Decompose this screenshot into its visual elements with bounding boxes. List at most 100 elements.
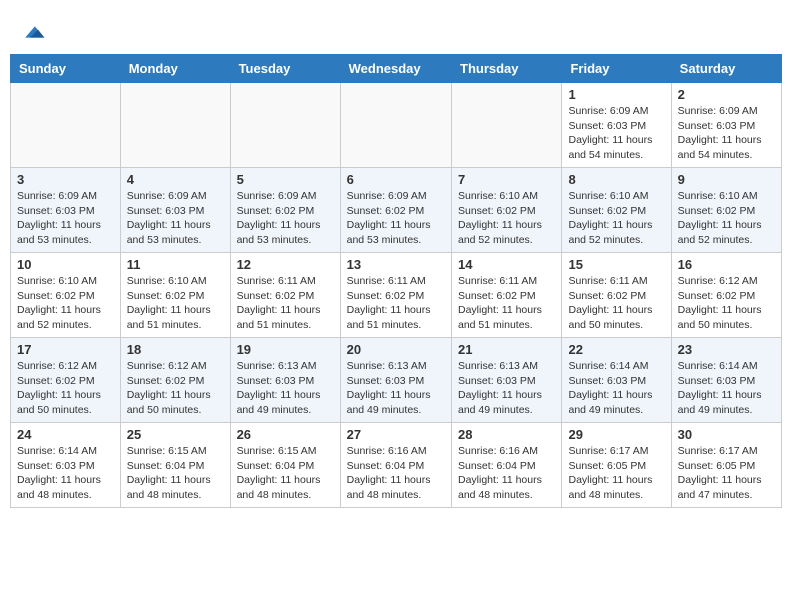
day-info: Sunrise: 6:09 AM Sunset: 6:03 PM Dayligh…	[678, 104, 775, 163]
day-info: Sunrise: 6:11 AM Sunset: 6:02 PM Dayligh…	[568, 274, 664, 333]
weekday-header-saturday: Saturday	[671, 55, 781, 83]
calendar-cell: 8 Sunrise: 6:10 AM Sunset: 6:02 PM Daylig…	[562, 168, 671, 253]
day-info: Sunrise: 6:16 AM Sunset: 6:04 PM Dayligh…	[347, 444, 445, 503]
day-number: 18	[127, 342, 224, 357]
day-number: 2	[678, 87, 775, 102]
day-number: 4	[127, 172, 224, 187]
calendar-cell: 9Sunrise: 6:10 AM Sunset: 6:02 PM Daylig…	[671, 168, 781, 253]
day-info: Sunrise: 6:09 AM Sunset: 6:03 PM Dayligh…	[568, 104, 664, 163]
day-info: Sunrise: 6:14 AM Sunset: 6:03 PM Dayligh…	[678, 359, 775, 418]
day-number: 22	[568, 342, 664, 357]
day-number: 10	[17, 257, 114, 272]
calendar-cell: 29 Sunrise: 6:17 AM Sunset: 6:05 PM Dayli…	[562, 423, 671, 508]
calendar-cell: 3 Sunrise: 6:09 AM Sunset: 6:03 PM Daylig…	[11, 168, 121, 253]
calendar-cell: 28 Sunrise: 6:16 AM Sunset: 6:04 PM Dayli…	[452, 423, 562, 508]
logo	[20, 20, 46, 44]
day-info: Sunrise: 6:11 AM Sunset: 6:02 PM Dayligh…	[347, 274, 445, 333]
day-number: 9	[678, 172, 775, 187]
day-info: Sunrise: 6:12 AM Sunset: 6:02 PM Dayligh…	[678, 274, 775, 333]
weekday-header-tuesday: Tuesday	[230, 55, 340, 83]
day-info: Sunrise: 6:09 AM Sunset: 6:03 PM Dayligh…	[127, 189, 224, 248]
day-info: Sunrise: 6:14 AM Sunset: 6:03 PM Dayligh…	[17, 444, 114, 503]
calendar-cell: 10 Sunrise: 6:10 AM Sunset: 6:02 PM Dayli…	[11, 253, 121, 338]
calendar-cell: 12 Sunrise: 6:11 AM Sunset: 6:02 PM Dayli…	[230, 253, 340, 338]
calendar-cell: 14 Sunrise: 6:11 AM Sunset: 6:02 PM Dayli…	[452, 253, 562, 338]
day-number: 21	[458, 342, 555, 357]
day-number: 13	[347, 257, 445, 272]
day-number: 16	[678, 257, 775, 272]
day-number: 11	[127, 257, 224, 272]
calendar-week-2: 3 Sunrise: 6:09 AM Sunset: 6:03 PM Daylig…	[11, 168, 782, 253]
day-info: Sunrise: 6:13 AM Sunset: 6:03 PM Dayligh…	[458, 359, 555, 418]
day-info: Sunrise: 6:16 AM Sunset: 6:04 PM Dayligh…	[458, 444, 555, 503]
calendar-cell: 22 Sunrise: 6:14 AM Sunset: 6:03 PM Dayli…	[562, 338, 671, 423]
day-info: Sunrise: 6:13 AM Sunset: 6:03 PM Dayligh…	[237, 359, 334, 418]
calendar-cell: 26 Sunrise: 6:15 AM Sunset: 6:04 PM Dayli…	[230, 423, 340, 508]
calendar-cell	[340, 83, 451, 168]
calendar-cell: 15Sunrise: 6:11 AM Sunset: 6:02 PM Dayli…	[562, 253, 671, 338]
day-info: Sunrise: 6:11 AM Sunset: 6:02 PM Dayligh…	[237, 274, 334, 333]
day-info: Sunrise: 6:15 AM Sunset: 6:04 PM Dayligh…	[127, 444, 224, 503]
day-number: 5	[237, 172, 334, 187]
calendar-cell: 19 Sunrise: 6:13 AM Sunset: 6:03 PM Dayli…	[230, 338, 340, 423]
calendar-table: SundayMondayTuesdayWednesdayThursdayFrid…	[10, 54, 782, 508]
weekday-header-wednesday: Wednesday	[340, 55, 451, 83]
day-number: 7	[458, 172, 555, 187]
calendar-week-4: 17 Sunrise: 6:12 AM Sunset: 6:02 PM Dayli…	[11, 338, 782, 423]
calendar-week-1: 1 Sunrise: 6:09 AM Sunset: 6:03 PM Daylig…	[11, 83, 782, 168]
day-info: Sunrise: 6:10 AM Sunset: 6:02 PM Dayligh…	[17, 274, 114, 333]
calendar-cell: 18 Sunrise: 6:12 AM Sunset: 6:02 PM Dayli…	[120, 338, 230, 423]
calendar-cell: 25 Sunrise: 6:15 AM Sunset: 6:04 PM Dayli…	[120, 423, 230, 508]
calendar-cell: 2 Sunrise: 6:09 AM Sunset: 6:03 PM Daylig…	[671, 83, 781, 168]
calendar-cell	[230, 83, 340, 168]
day-number: 26	[237, 427, 334, 442]
day-number: 20	[347, 342, 445, 357]
calendar-cell: 5Sunrise: 6:09 AM Sunset: 6:02 PM Daylig…	[230, 168, 340, 253]
day-number: 25	[127, 427, 224, 442]
calendar-cell: 27Sunrise: 6:16 AM Sunset: 6:04 PM Dayli…	[340, 423, 451, 508]
day-number: 28	[458, 427, 555, 442]
day-info: Sunrise: 6:09 AM Sunset: 6:02 PM Dayligh…	[347, 189, 445, 248]
calendar-cell	[11, 83, 121, 168]
page-header	[10, 10, 782, 49]
day-number: 3	[17, 172, 114, 187]
calendar-cell: 1 Sunrise: 6:09 AM Sunset: 6:03 PM Daylig…	[562, 83, 671, 168]
day-number: 12	[237, 257, 334, 272]
calendar-body: 1 Sunrise: 6:09 AM Sunset: 6:03 PM Daylig…	[11, 83, 782, 508]
calendar-cell	[120, 83, 230, 168]
day-info: Sunrise: 6:13 AM Sunset: 6:03 PM Dayligh…	[347, 359, 445, 418]
day-info: Sunrise: 6:12 AM Sunset: 6:02 PM Dayligh…	[127, 359, 224, 418]
weekday-header-friday: Friday	[562, 55, 671, 83]
weekday-header-sunday: Sunday	[11, 55, 121, 83]
calendar-header-row: SundayMondayTuesdayWednesdayThursdayFrid…	[11, 55, 782, 83]
day-info: Sunrise: 6:09 AM Sunset: 6:03 PM Dayligh…	[17, 189, 114, 248]
calendar-cell: 23 Sunrise: 6:14 AM Sunset: 6:03 PM Dayli…	[671, 338, 781, 423]
day-info: Sunrise: 6:17 AM Sunset: 6:05 PM Dayligh…	[568, 444, 664, 503]
day-number: 29	[568, 427, 664, 442]
weekday-header-monday: Monday	[120, 55, 230, 83]
day-info: Sunrise: 6:17 AM Sunset: 6:05 PM Dayligh…	[678, 444, 775, 503]
day-number: 30	[678, 427, 775, 442]
day-number: 19	[237, 342, 334, 357]
calendar-week-3: 10 Sunrise: 6:10 AM Sunset: 6:02 PM Dayli…	[11, 253, 782, 338]
day-number: 23	[678, 342, 775, 357]
calendar-week-5: 24Sunrise: 6:14 AM Sunset: 6:03 PM Dayli…	[11, 423, 782, 508]
calendar-cell: 30 Sunrise: 6:17 AM Sunset: 6:05 PM Dayli…	[671, 423, 781, 508]
calendar-cell: 6 Sunrise: 6:09 AM Sunset: 6:02 PM Daylig…	[340, 168, 451, 253]
day-number: 1	[568, 87, 664, 102]
day-info: Sunrise: 6:10 AM Sunset: 6:02 PM Dayligh…	[458, 189, 555, 248]
day-number: 14	[458, 257, 555, 272]
day-number: 8	[568, 172, 664, 187]
day-info: Sunrise: 6:14 AM Sunset: 6:03 PM Dayligh…	[568, 359, 664, 418]
calendar-cell: 24Sunrise: 6:14 AM Sunset: 6:03 PM Dayli…	[11, 423, 121, 508]
calendar-cell: 20 Sunrise: 6:13 AM Sunset: 6:03 PM Dayli…	[340, 338, 451, 423]
day-info: Sunrise: 6:10 AM Sunset: 6:02 PM Dayligh…	[568, 189, 664, 248]
day-info: Sunrise: 6:11 AM Sunset: 6:02 PM Dayligh…	[458, 274, 555, 333]
day-info: Sunrise: 6:10 AM Sunset: 6:02 PM Dayligh…	[127, 274, 224, 333]
calendar-cell: 21 Sunrise: 6:13 AM Sunset: 6:03 PM Dayli…	[452, 338, 562, 423]
day-number: 6	[347, 172, 445, 187]
day-info: Sunrise: 6:15 AM Sunset: 6:04 PM Dayligh…	[237, 444, 334, 503]
calendar-cell: 17Sunrise: 6:12 AM Sunset: 6:02 PM Dayli…	[11, 338, 121, 423]
day-number: 17	[17, 342, 114, 357]
calendar-cell: 11 Sunrise: 6:10 AM Sunset: 6:02 PM Dayli…	[120, 253, 230, 338]
